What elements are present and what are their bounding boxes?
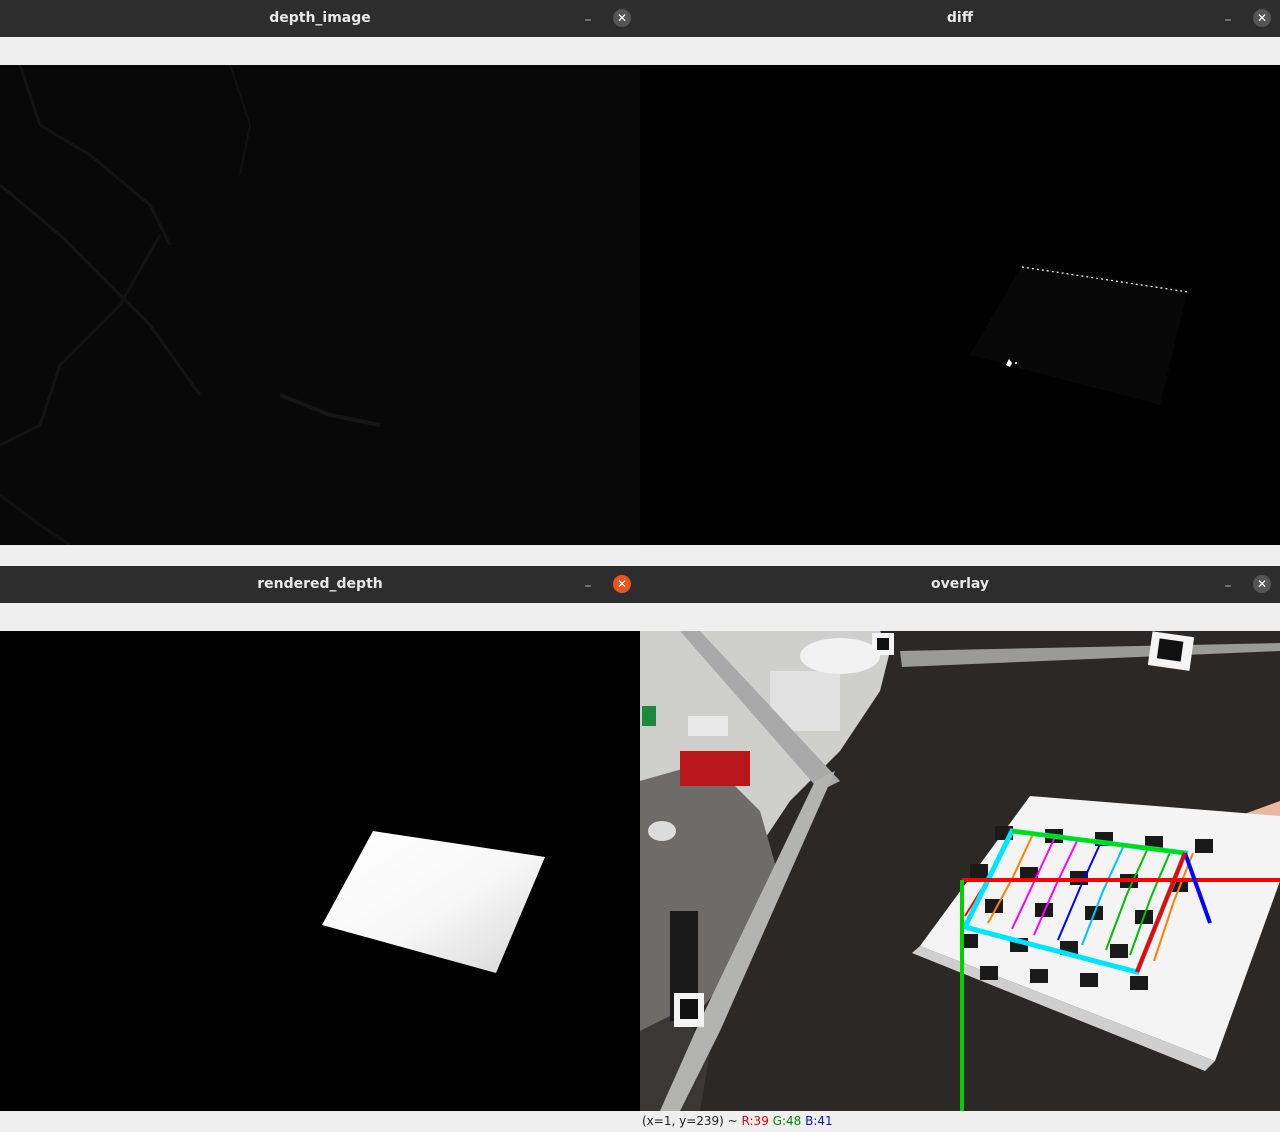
window-title: diff: [946, 10, 974, 26]
minimize-icon[interactable]: –: [578, 9, 598, 29]
close-icon[interactable]: ✕: [1253, 9, 1271, 27]
close-icon[interactable]: ✕: [613, 9, 631, 27]
overlay-window: overlay – ✕ (x=1, y=239) ~ R:39 G:48 B:4…: [640, 566, 1280, 1132]
pixel-readout: (x=1, y=239) ~ R:39 G:48 B:41: [640, 1111, 1280, 1132]
rendered-depth-view[interactable]: [0, 631, 640, 1111]
rendered-plane: [322, 831, 545, 973]
depth-image-texture: [0, 65, 640, 545]
window-toolbar: [0, 37, 640, 65]
pixel-red: R:39: [741, 1114, 769, 1128]
depth-image-view[interactable]: [0, 65, 640, 545]
window-titlebar[interactable]: overlay – ✕: [640, 566, 1280, 603]
overlay-scene: [640, 631, 1280, 1111]
rendered-depth-window: rendered_depth – ✕: [0, 566, 640, 1132]
close-icon[interactable]: ✕: [613, 575, 631, 593]
window-toolbar: [640, 603, 1280, 631]
pixel-green: G:48: [772, 1114, 802, 1128]
close-icon[interactable]: ✕: [1253, 575, 1271, 593]
diff-texture: [970, 265, 1189, 405]
minimize-icon[interactable]: –: [1218, 575, 1238, 595]
window-title: depth_image: [269, 10, 371, 26]
rendered-depth-texture: [322, 831, 545, 973]
window-toolbar: [640, 37, 1280, 65]
diff-window: diff – ✕: [640, 0, 1280, 566]
overlay-view[interactable]: [640, 631, 1280, 1111]
minimize-icon[interactable]: –: [578, 575, 598, 595]
window-toolbar: [0, 603, 640, 631]
pixel-blue: B:41: [805, 1114, 833, 1128]
diff-view[interactable]: [640, 65, 1280, 545]
pixel-coords: (x=1, y=239) ~: [642, 1114, 738, 1128]
depth-image-window: depth_image – ✕: [0, 0, 640, 566]
window-title: overlay: [930, 576, 990, 592]
minimize-icon[interactable]: –: [1218, 9, 1238, 29]
window-titlebar[interactable]: depth_image – ✕: [0, 0, 640, 37]
window-titlebar[interactable]: rendered_depth – ✕: [0, 566, 640, 603]
window-title: rendered_depth: [257, 576, 383, 592]
window-titlebar[interactable]: diff – ✕: [640, 0, 1280, 37]
